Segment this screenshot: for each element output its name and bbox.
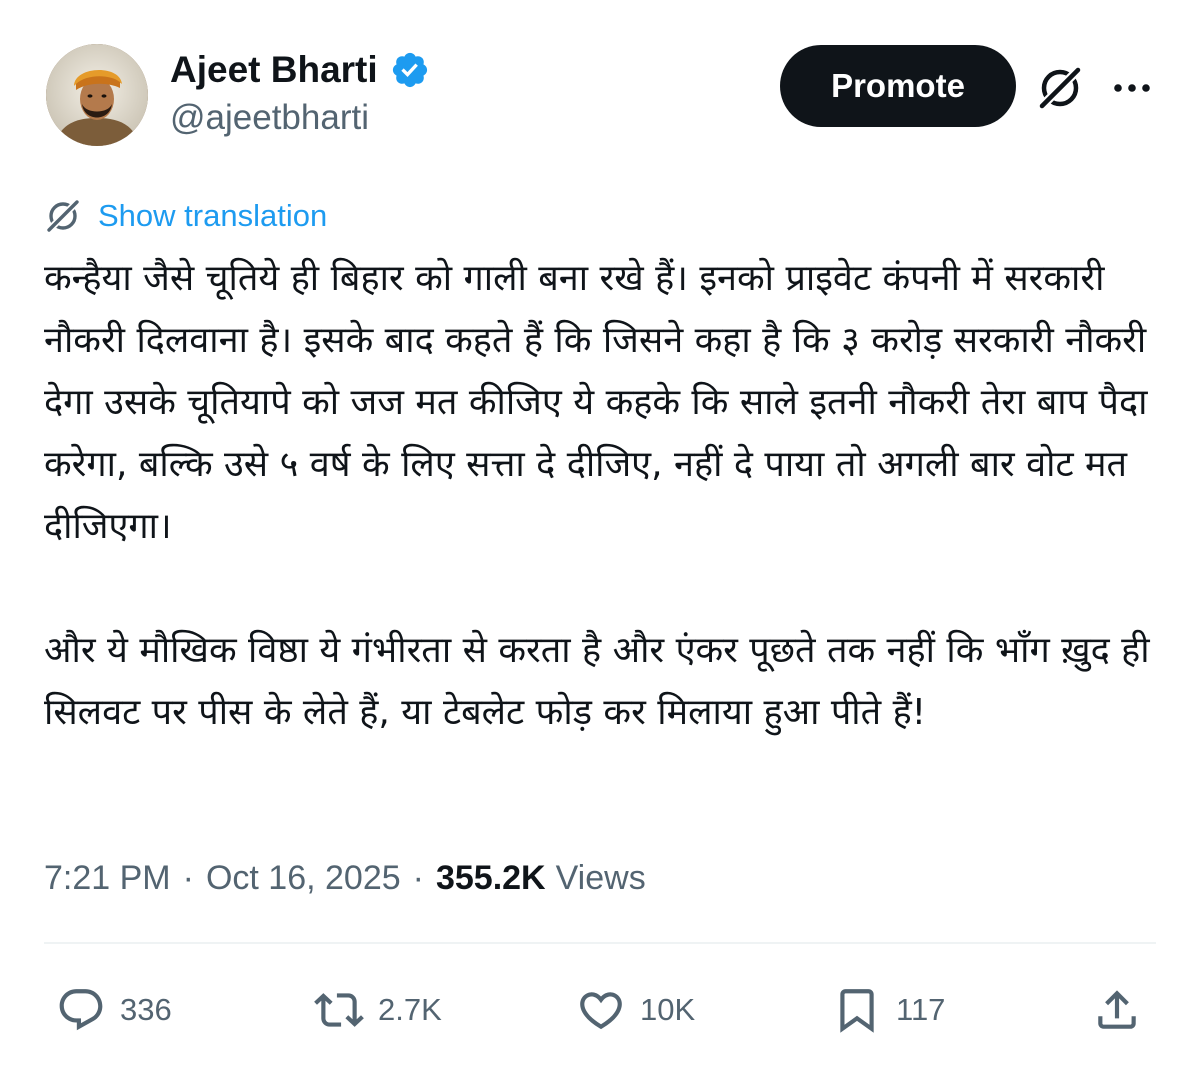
- views-count: 355.2K: [435, 858, 546, 897]
- repost-count: 2.7K: [378, 992, 442, 1027]
- like-count: 10K: [640, 992, 696, 1027]
- tweet-time[interactable]: 7:21 PM: [44, 859, 171, 898]
- author-display-name[interactable]: Ajeet Bharti: [170, 49, 378, 91]
- bookmark-count: 117: [896, 992, 946, 1027]
- share-icon: [1098, 990, 1136, 1029]
- tweet-paragraph: कन्हैया जैसे चूतिये ही बिहार को गाली बना…: [44, 258, 1148, 547]
- grok-icon[interactable]: [1034, 62, 1086, 114]
- reply-count: 336: [120, 992, 172, 1027]
- tweet-paragraph: और ये मौखिक विष्ठा ये गंभीरता से करता है…: [44, 630, 1150, 733]
- bookmark-button[interactable]: 117: [832, 982, 945, 1038]
- divider: [44, 942, 1156, 944]
- tweet-meta: 7:21 PM · Oct 16, 2025 · 355.2K Views: [44, 852, 646, 904]
- author-name-row[interactable]: Ajeet Bharti: [170, 44, 430, 96]
- like-button[interactable]: 10K: [576, 982, 695, 1038]
- repost-button[interactable]: 2.7K: [314, 982, 442, 1038]
- views-label: Views: [555, 858, 646, 897]
- tweet-text: कन्हैया जैसे चूतिये ही बिहार को गाली बना…: [44, 248, 1164, 744]
- repost-icon: [314, 993, 364, 1027]
- author-handle[interactable]: @ajeetbharti: [170, 98, 369, 138]
- show-translation-label[interactable]: Show translation: [98, 198, 327, 234]
- share-button[interactable]: [1092, 982, 1142, 1038]
- like-icon: [580, 992, 622, 1030]
- bookmark-icon: [840, 989, 874, 1033]
- verified-badge-icon: [392, 52, 427, 88]
- grok-icon: [46, 199, 80, 233]
- promote-button[interactable]: Promote: [780, 45, 1016, 127]
- reply-icon: [59, 989, 103, 1031]
- meta-separator: ·: [412, 858, 424, 897]
- show-translation-link[interactable]: Show translation: [44, 194, 327, 238]
- avatar[interactable]: [46, 44, 148, 146]
- more-options-icon[interactable]: [1106, 62, 1158, 114]
- meta-separator: ·: [182, 858, 194, 897]
- avatar-photo: [46, 44, 148, 146]
- reply-button[interactable]: 336: [56, 982, 172, 1038]
- tweet-date[interactable]: Oct 16, 2025: [206, 859, 401, 898]
